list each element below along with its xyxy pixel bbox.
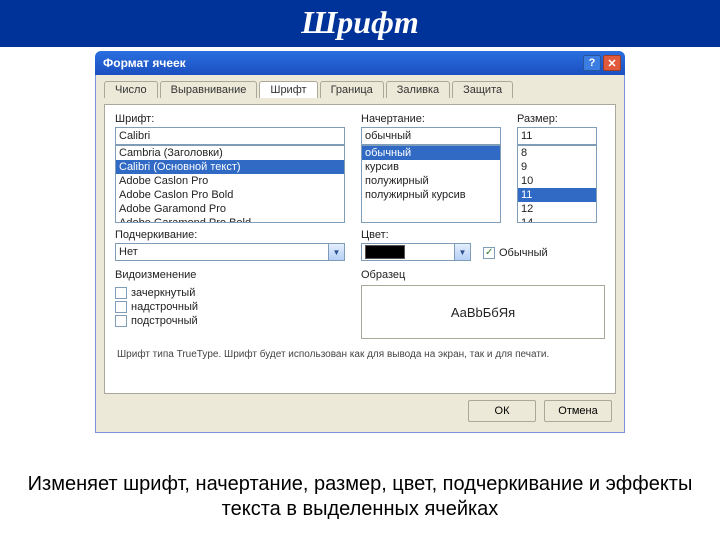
checkbox-icon bbox=[115, 315, 127, 327]
chevron-down-icon[interactable]: ▼ bbox=[329, 243, 345, 261]
list-item[interactable]: курсив bbox=[362, 160, 500, 174]
size-input[interactable]: 11 bbox=[517, 127, 597, 145]
font-listbox[interactable]: Cambria (Заголовки) Calibri (Основной те… bbox=[115, 145, 345, 223]
tab-fill[interactable]: Заливка bbox=[386, 81, 450, 98]
tab-strip: Число Выравнивание Шрифт Граница Заливка… bbox=[104, 81, 616, 98]
font-panel: Шрифт: Calibri Cambria (Заголовки) Calib… bbox=[104, 104, 616, 394]
list-item[interactable]: Adobe Garamond Pro bbox=[116, 202, 344, 216]
list-item[interactable]: Calibri (Основной текст) bbox=[116, 160, 344, 174]
tab-number[interactable]: Число bbox=[104, 81, 158, 98]
window-titlebar[interactable]: Формат ячеек ? ✕ bbox=[95, 51, 625, 75]
tab-alignment[interactable]: Выравнивание bbox=[160, 81, 258, 98]
style-listbox[interactable]: обычный курсив полужирный полужирный кур… bbox=[361, 145, 501, 223]
list-item[interactable]: 12 bbox=[518, 202, 596, 216]
list-item[interactable]: полужирный курсив bbox=[362, 188, 500, 202]
close-button[interactable]: ✕ bbox=[603, 55, 621, 71]
ok-button[interactable]: ОК bbox=[468, 400, 536, 422]
preview-text: АаВbБбЯя bbox=[451, 305, 515, 320]
tab-protection[interactable]: Защита bbox=[452, 81, 513, 98]
list-item[interactable]: Adobe Garamond Pro Bold bbox=[116, 216, 344, 223]
check-superscript[interactable]: надстрочный bbox=[115, 301, 345, 313]
list-item[interactable]: 14 bbox=[518, 216, 596, 223]
color-swatch bbox=[365, 245, 405, 259]
list-item[interactable]: 10 bbox=[518, 174, 596, 188]
checkbox-icon bbox=[483, 247, 495, 259]
window-title: Формат ячеек bbox=[99, 56, 581, 70]
check-label: подстрочный bbox=[131, 315, 198, 327]
list-item[interactable]: полужирный bbox=[362, 174, 500, 188]
list-item[interactable]: 11 bbox=[518, 188, 596, 202]
check-label: надстрочный bbox=[131, 301, 198, 313]
list-item[interactable]: обычный bbox=[362, 146, 500, 160]
label-font: Шрифт: bbox=[115, 113, 345, 125]
check-normal[interactable]: Обычный bbox=[483, 247, 548, 259]
underline-value: Нет bbox=[115, 243, 329, 261]
check-strikethrough[interactable]: зачеркнутый bbox=[115, 287, 345, 299]
check-subscript[interactable]: подстрочный bbox=[115, 315, 345, 327]
check-label: Обычный bbox=[499, 247, 548, 259]
list-item[interactable]: Adobe Caslon Pro bbox=[116, 174, 344, 188]
tab-border[interactable]: Граница bbox=[320, 81, 384, 98]
dialog-buttons: ОК Отмена bbox=[104, 394, 616, 424]
list-item[interactable]: 9 bbox=[518, 160, 596, 174]
dialog-body: Число Выравнивание Шрифт Граница Заливка… bbox=[95, 75, 625, 433]
label-size: Размер: bbox=[517, 113, 597, 125]
help-button[interactable]: ? bbox=[583, 55, 601, 71]
check-label: зачеркнутый bbox=[131, 287, 195, 299]
slide-title: Шрифт bbox=[0, 0, 720, 47]
checkbox-icon bbox=[115, 287, 127, 299]
label-preview: Образец bbox=[361, 269, 605, 281]
color-dropdown[interactable]: ▼ bbox=[361, 243, 471, 261]
font-description: Шрифт типа TrueType. Шрифт будет использ… bbox=[115, 339, 605, 383]
list-item[interactable]: Adobe Caslon Pro Bold bbox=[116, 188, 344, 202]
slide-caption: Изменяет шрифт, начертание, размер, цвет… bbox=[0, 472, 720, 522]
effects-group: зачеркнутый надстрочный подстрочный bbox=[115, 285, 345, 329]
label-color: Цвет: bbox=[361, 229, 471, 241]
style-input[interactable]: обычный bbox=[361, 127, 501, 145]
checkbox-icon bbox=[115, 301, 127, 313]
font-input[interactable]: Calibri bbox=[115, 127, 345, 145]
size-listbox[interactable]: 8 9 10 11 12 14 bbox=[517, 145, 597, 223]
label-underline: Подчеркивание: bbox=[115, 229, 345, 241]
format-cells-dialog: Формат ячеек ? ✕ Число Выравнивание Шриф… bbox=[95, 51, 625, 433]
list-item[interactable]: Cambria (Заголовки) bbox=[116, 146, 344, 160]
label-style: Начертание: bbox=[361, 113, 501, 125]
tab-font[interactable]: Шрифт bbox=[259, 81, 317, 98]
chevron-down-icon[interactable]: ▼ bbox=[455, 243, 471, 261]
preview-box: АаВbБбЯя bbox=[361, 285, 605, 339]
label-effects: Видоизменение bbox=[115, 269, 345, 281]
cancel-button[interactable]: Отмена bbox=[544, 400, 612, 422]
underline-dropdown[interactable]: Нет ▼ bbox=[115, 243, 345, 261]
list-item[interactable]: 8 bbox=[518, 146, 596, 160]
